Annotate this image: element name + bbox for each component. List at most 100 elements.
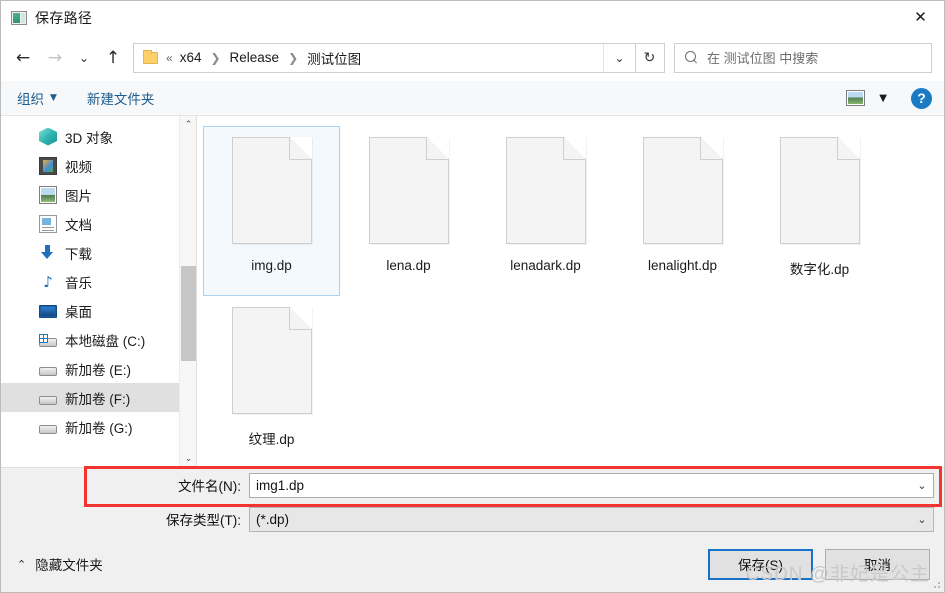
breadcrumb-separator[interactable]: ❯ — [205, 51, 225, 65]
navigation-bar: ← → ⌄ ↑ « x64 ❯ Release ❯ 测试位图 ⌄ ↻ 在 测试位… — [1, 34, 944, 81]
sidebar-item-volume-e[interactable]: 新加卷 (E:) — [1, 354, 196, 383]
sidebar-item-label: 本地磁盘 (C:) — [65, 333, 146, 349]
dialog-footer: ⌃ 隐藏文件夹 保存(S) 取消 CSDN @非妃是公主 — [1, 536, 944, 592]
video-icon — [39, 156, 57, 175]
dialog-body: 3D 对象 视频 图片 文档 下载 ♪ 音乐 桌面 本地磁盘 (C:) 新加卷 … — [1, 116, 944, 467]
sidebar-item-label: 新加卷 (G:) — [65, 420, 133, 436]
sidebar-item-label: 视频 — [65, 159, 92, 175]
file-item[interactable]: img.dp — [203, 126, 340, 296]
chevron-down-icon[interactable]: ⌄ — [603, 43, 635, 72]
filename-label: 文件名(N): — [178, 479, 241, 494]
filetype-select[interactable]: (*.dp) ⌄ — [249, 506, 934, 532]
sidebar-item-label: 桌面 — [65, 304, 92, 320]
up-button[interactable]: ↑ — [97, 43, 129, 73]
breadcrumb-item-2[interactable]: 测试位图 — [305, 48, 363, 68]
cube-icon — [39, 127, 57, 146]
sidebar-item-local-disk-c[interactable]: 本地磁盘 (C:) — [1, 325, 196, 354]
forward-button[interactable]: → — [39, 43, 71, 73]
file-item[interactable]: lenadark.dp — [477, 126, 614, 296]
breadcrumb-ellipsis[interactable]: « — [166, 51, 176, 65]
file-name-label: lenalight.dp — [647, 258, 718, 273]
drive-icon — [39, 424, 57, 434]
file-name-label: lena.dp — [386, 258, 431, 273]
sidebar-item-music[interactable]: ♪ 音乐 — [1, 267, 196, 296]
address-bar[interactable]: « x64 ❯ Release ❯ 测试位图 ⌄ — [133, 42, 636, 73]
chevron-down-icon[interactable]: ▼ — [879, 93, 887, 104]
view-mode-icon[interactable] — [846, 90, 866, 106]
music-icon: ♪ — [43, 272, 53, 291]
scroll-up-icon[interactable]: ⌃ — [180, 116, 196, 133]
file-list-pane[interactable]: img.dp lena.dp lenadark.dp lenalight.dp … — [197, 116, 944, 467]
file-name-label: img.dp — [251, 258, 292, 273]
chevron-down-icon[interactable]: ⌄ — [911, 479, 933, 492]
sidebar-item-label: 新加卷 (F:) — [65, 391, 131, 407]
file-item[interactable]: 纹理.dp — [203, 296, 340, 466]
sidebar-item-label: 图片 — [65, 188, 92, 204]
file-icon — [642, 137, 723, 244]
file-icon — [505, 137, 586, 244]
file-icon — [368, 137, 449, 244]
sidebar-item-downloads[interactable]: 下载 — [1, 238, 196, 267]
drive-system-icon — [39, 333, 57, 347]
resize-grip[interactable] — [930, 578, 940, 588]
sidebar-item-label: 新加卷 (E:) — [65, 362, 131, 378]
search-input[interactable]: 在 测试位图 中搜索 — [674, 42, 932, 73]
file-name-label: lenadark.dp — [510, 258, 581, 273]
back-button[interactable]: ← — [7, 43, 39, 73]
breadcrumb-item-0[interactable]: x64 — [178, 50, 204, 65]
save-form: 文件名(N): img1.dp ⌄ 保存类型(T): (*.dp) ⌄ — [1, 466, 944, 536]
breadcrumb-item-1[interactable]: Release — [228, 50, 282, 65]
sidebar-item-desktop[interactable]: 桌面 — [1, 296, 196, 325]
hide-folders-label: 隐藏文件夹 — [35, 558, 103, 573]
sidebar-item-documents[interactable]: 文档 — [1, 209, 196, 238]
recent-locations-button[interactable]: ⌄ — [71, 43, 97, 73]
new-folder-button[interactable]: 新建文件夹 — [87, 88, 155, 108]
help-icon[interactable]: ? — [911, 87, 932, 109]
file-icon — [231, 137, 312, 244]
sidebar-item-3d-objects[interactable]: 3D 对象 — [1, 122, 196, 151]
app-picture-icon — [11, 10, 27, 25]
file-icon — [779, 137, 860, 244]
breadcrumb-separator[interactable]: ❯ — [283, 51, 303, 65]
filetype-value: (*.dp) — [256, 511, 290, 527]
filename-input[interactable]: img1.dp ⌄ — [249, 472, 934, 498]
file-icon — [231, 307, 312, 414]
file-item[interactable]: 数字化.dp — [751, 126, 888, 296]
sidebar-item-volume-g[interactable]: 新加卷 (G:) — [1, 412, 196, 441]
footer-buttons: 保存(S) 取消 — [708, 548, 930, 580]
navigation-sidebar: 3D 对象 视频 图片 文档 下载 ♪ 音乐 桌面 本地磁盘 (C:) 新加卷 … — [1, 116, 197, 467]
sidebar-item-videos[interactable]: 视频 — [1, 151, 196, 180]
filename-row: 文件名(N): img1.dp ⌄ — [1, 468, 944, 502]
scrollbar-thumb[interactable] — [181, 266, 196, 361]
title-bar: 保存路径 ✕ — [1, 1, 944, 34]
search-placeholder: 在 测试位图 中搜索 — [707, 51, 819, 66]
file-name-label: 数字化.dp — [789, 262, 850, 277]
command-bar-right: ▼ ? — [846, 87, 932, 109]
search-icon — [685, 51, 698, 64]
hide-folders-button[interactable]: ⌃ 隐藏文件夹 — [17, 554, 103, 574]
save-dialog: 保存路径 ✕ ← → ⌄ ↑ « x64 ❯ Release ❯ 测试位图 ⌄ … — [0, 0, 945, 593]
command-bar: 组织 ▼ 新建文件夹 ▼ ? — [1, 81, 944, 116]
window-title: 保存路径 — [35, 9, 93, 26]
file-item[interactable]: lena.dp — [340, 126, 477, 296]
chevron-up-icon: ⌃ — [17, 557, 27, 571]
close-icon[interactable]: ✕ — [897, 1, 944, 33]
folder-icon — [143, 49, 158, 64]
sidebar-item-pictures[interactable]: 图片 — [1, 180, 196, 209]
filename-value: img1.dp — [256, 477, 305, 493]
filetype-label: 保存类型(T): — [166, 513, 241, 528]
sidebar-item-volume-f[interactable]: 新加卷 (F:) — [1, 383, 196, 412]
sidebar-scrollbar[interactable]: ⌃ ⌄ — [179, 116, 196, 467]
refresh-icon[interactable]: ↻ — [635, 42, 665, 73]
cancel-button[interactable]: 取消 — [825, 548, 930, 580]
save-button[interactable]: 保存(S) — [708, 548, 813, 580]
organize-label: 组织 — [17, 92, 44, 107]
scroll-down-icon[interactable]: ⌄ — [180, 450, 196, 467]
drive-icon — [39, 366, 57, 376]
sidebar-list: 3D 对象 视频 图片 文档 下载 ♪ 音乐 桌面 本地磁盘 (C:) 新加卷 … — [1, 116, 196, 441]
chevron-down-icon[interactable]: ⌄ — [911, 513, 933, 526]
file-item[interactable]: lenalight.dp — [614, 126, 751, 296]
desktop-icon — [39, 305, 57, 318]
sidebar-item-label: 下载 — [65, 246, 92, 262]
organize-button[interactable]: 组织 ▼ — [17, 88, 57, 108]
